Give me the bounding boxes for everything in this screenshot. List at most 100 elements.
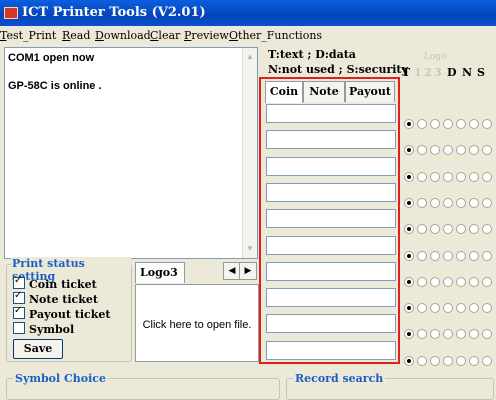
mode-radio[interactable] xyxy=(430,172,440,182)
mode-radio[interactable] xyxy=(443,145,453,155)
mode-radio[interactable] xyxy=(482,198,492,208)
mode-radio[interactable] xyxy=(417,329,427,339)
mode-radio[interactable] xyxy=(443,329,453,339)
mode-radio[interactable] xyxy=(404,172,414,182)
checkbox-box[interactable] xyxy=(13,275,25,289)
mode-radio[interactable] xyxy=(456,251,466,261)
mode-radio[interactable] xyxy=(417,198,427,208)
mode-radio[interactable] xyxy=(469,251,479,261)
mode-radio[interactable] xyxy=(456,329,466,339)
logo-preview-area[interactable]: Click here to open file. xyxy=(135,284,259,362)
menu-preview[interactable]: Preview xyxy=(184,29,229,42)
scroll-up-icon[interactable]: ▲ xyxy=(243,50,257,64)
mode-radio[interactable] xyxy=(404,224,414,234)
mode-radio[interactable] xyxy=(482,356,492,366)
mode-radio[interactable] xyxy=(430,277,440,287)
record-search-group: Record search xyxy=(286,372,494,400)
mode-radio[interactable] xyxy=(430,198,440,208)
mode-radio[interactable] xyxy=(443,198,453,208)
mode-radio[interactable] xyxy=(482,329,492,339)
mode-radio[interactable] xyxy=(443,251,453,261)
mode-radio[interactable] xyxy=(456,303,466,313)
mode-radio[interactable] xyxy=(417,119,427,129)
mode-radio[interactable] xyxy=(469,172,479,182)
coin-ticket-checkbox[interactable]: Coin ticket xyxy=(13,275,97,291)
scroll-down-icon[interactable]: ▼ xyxy=(243,242,257,256)
mode-radio[interactable] xyxy=(430,224,440,234)
mode-radio[interactable] xyxy=(404,251,414,261)
menu-read[interactable]: Read xyxy=(62,29,90,42)
mode-radio[interactable] xyxy=(430,119,440,129)
mode-radio[interactable] xyxy=(482,172,492,182)
mode-radio[interactable] xyxy=(430,303,440,313)
menu-other-functions[interactable]: Other_Functions xyxy=(229,29,322,42)
mode-radio[interactable] xyxy=(482,251,492,261)
row-mode-radios xyxy=(404,224,496,236)
mode-radio[interactable] xyxy=(482,145,492,155)
menu-clear[interactable]: Clear xyxy=(150,29,180,42)
mode-radio[interactable] xyxy=(430,329,440,339)
mode-radio[interactable] xyxy=(404,198,414,208)
payout-ticket-checkbox[interactable]: Payout ticket xyxy=(13,305,110,321)
mode-radio[interactable] xyxy=(456,145,466,155)
mode-radio[interactable] xyxy=(417,303,427,313)
mode-radio[interactable] xyxy=(482,119,492,129)
mode-radio[interactable] xyxy=(417,145,427,155)
mode-radio[interactable] xyxy=(404,356,414,366)
mode-radio[interactable] xyxy=(443,172,453,182)
save-button[interactable]: Save xyxy=(13,339,63,359)
mode-radio[interactable] xyxy=(469,277,479,287)
checkbox-box[interactable] xyxy=(13,322,25,334)
mode-radio[interactable] xyxy=(443,119,453,129)
mode-radio[interactable] xyxy=(469,303,479,313)
mode-radio[interactable] xyxy=(456,224,466,234)
mode-radio[interactable] xyxy=(456,356,466,366)
mode-radio[interactable] xyxy=(430,145,440,155)
menu-test-print[interactable]: Test_Print xyxy=(0,29,56,42)
row-mode-radios xyxy=(404,303,496,315)
mode-radio[interactable] xyxy=(417,356,427,366)
mode-radio[interactable] xyxy=(469,356,479,366)
mode-radio[interactable] xyxy=(456,198,466,208)
mode-radio[interactable] xyxy=(469,119,479,129)
app-icon xyxy=(4,7,18,19)
mode-radio[interactable] xyxy=(417,172,427,182)
mode-radio[interactable] xyxy=(482,303,492,313)
mode-radio[interactable] xyxy=(404,145,414,155)
log-output[interactable]: COM1 open now GP-58C is online . ▲ ▼ xyxy=(4,47,258,259)
mode-radio[interactable] xyxy=(482,277,492,287)
menu-download[interactable]: Download xyxy=(95,29,151,42)
mode-radio[interactable] xyxy=(443,303,453,313)
mode-d: D xyxy=(447,66,457,79)
mode-radio[interactable] xyxy=(469,198,479,208)
mode-1: 1 xyxy=(414,66,422,79)
mode-radio[interactable] xyxy=(430,251,440,261)
mode-radio[interactable] xyxy=(417,224,427,234)
symbol-checkbox[interactable]: Symbol xyxy=(13,322,74,336)
mode-radio[interactable] xyxy=(482,224,492,234)
mode-radio[interactable] xyxy=(443,277,453,287)
mode-radio[interactable] xyxy=(404,303,414,313)
tab-logo3[interactable]: Logo3 xyxy=(135,262,185,283)
mode-radio[interactable] xyxy=(469,224,479,234)
mode-radio[interactable] xyxy=(469,329,479,339)
row-mode-radios xyxy=(404,329,496,341)
mode-radio[interactable] xyxy=(404,119,414,129)
mode-radio[interactable] xyxy=(443,356,453,366)
note-ticket-checkbox[interactable]: Note ticket xyxy=(13,290,98,306)
mode-radio[interactable] xyxy=(443,224,453,234)
log-scrollbar[interactable]: ▲ ▼ xyxy=(242,48,257,258)
mode-3: 3 xyxy=(434,66,442,79)
next-tab-icon[interactable]: ▶ xyxy=(239,262,257,280)
mode-radio[interactable] xyxy=(404,277,414,287)
checkbox-box[interactable] xyxy=(13,305,25,319)
mode-radio[interactable] xyxy=(430,356,440,366)
checkbox-box[interactable] xyxy=(13,290,25,304)
mode-radio[interactable] xyxy=(456,172,466,182)
mode-radio[interactable] xyxy=(417,251,427,261)
mode-radio[interactable] xyxy=(456,277,466,287)
mode-radio[interactable] xyxy=(469,145,479,155)
mode-radio[interactable] xyxy=(404,329,414,339)
mode-radio[interactable] xyxy=(456,119,466,129)
mode-radio[interactable] xyxy=(417,277,427,287)
